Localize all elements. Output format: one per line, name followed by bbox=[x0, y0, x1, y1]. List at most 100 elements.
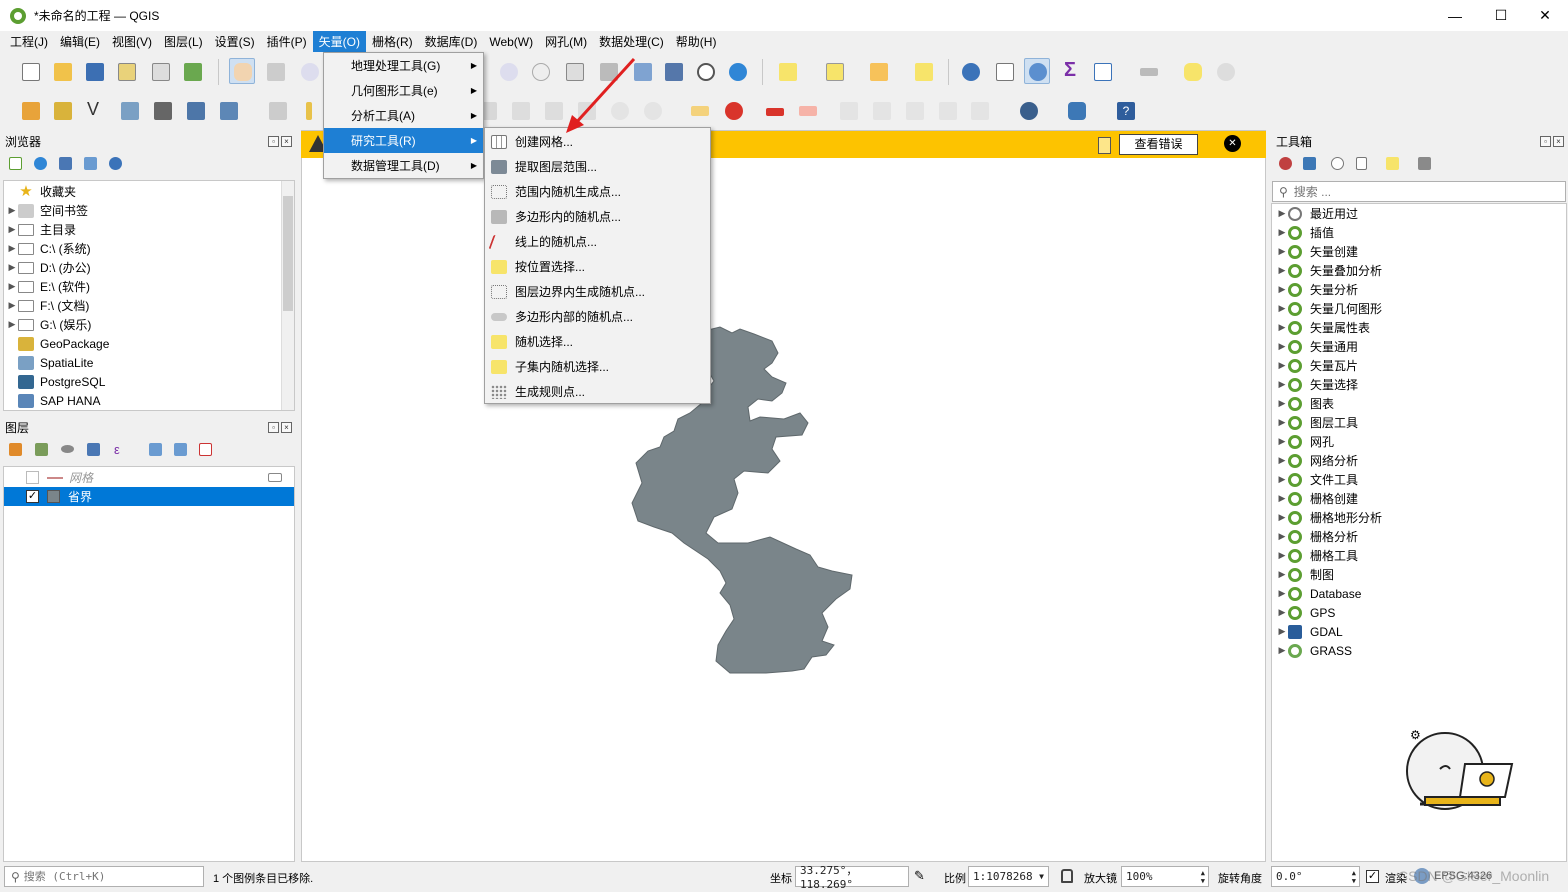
menu-settings[interactable]: 设置(S) bbox=[209, 31, 261, 52]
toolbox-item[interactable]: ▶ 栅格地形分析 bbox=[1276, 508, 1382, 527]
select-by-value-icon[interactable] bbox=[822, 59, 848, 85]
toolbox-item[interactable]: ▶ 栅格创建 bbox=[1276, 489, 1382, 508]
browser-item-geopackage[interactable]: GeoPackage bbox=[6, 334, 281, 353]
menu-layer[interactable]: 图层(L) bbox=[158, 31, 209, 52]
expand-arrow-icon[interactable]: ▶ bbox=[6, 281, 18, 292]
map-tips-icon[interactable] bbox=[1180, 59, 1206, 85]
expand-arrow-icon[interactable]: ▶ bbox=[6, 243, 18, 254]
float-panel-icon[interactable]: ▫ bbox=[268, 135, 279, 147]
spin-arrows-icon[interactable]: ▲ ▼ bbox=[1201, 869, 1205, 885]
models-icon[interactable] bbox=[1276, 154, 1296, 174]
menu-raster[interactable]: 栅格(R) bbox=[366, 31, 419, 52]
toolbox-item[interactable]: ▶ 矢量通用 bbox=[1276, 337, 1382, 356]
toolbox-item[interactable]: ▶ 矢量叠加分析 bbox=[1276, 261, 1382, 280]
pan-map-icon[interactable] bbox=[229, 58, 255, 84]
menu-help[interactable]: 帮助(H) bbox=[670, 31, 723, 52]
toolbox-item[interactable]: ▶ 网孔 bbox=[1276, 432, 1382, 451]
menu-web[interactable]: Web(W) bbox=[483, 33, 539, 51]
add-spatialite-icon[interactable] bbox=[117, 98, 143, 124]
expand-arrow-icon[interactable]: ▶ bbox=[6, 224, 18, 235]
close-message-icon[interactable]: ✕ bbox=[1224, 135, 1241, 152]
manage-visibility-icon[interactable] bbox=[58, 440, 78, 460]
toolbox-item[interactable]: ▶ 栅格工具 bbox=[1276, 546, 1382, 565]
expand-arrow-icon[interactable]: ▶ bbox=[1276, 208, 1288, 219]
minimize-button[interactable]: — bbox=[1432, 0, 1478, 31]
locator-search-field[interactable]: ⚲ bbox=[4, 866, 204, 887]
menu-project[interactable]: 工程(J) bbox=[4, 31, 54, 52]
maximize-button[interactable]: ☐ bbox=[1478, 0, 1524, 31]
menu-item-random-points-inside-polygons[interactable]: 多边形内部的随机点... bbox=[485, 304, 710, 329]
layer-styling-icon[interactable] bbox=[6, 440, 26, 460]
lock-scale-icon[interactable] bbox=[1061, 869, 1073, 883]
browser-item-postgresql[interactable]: PostgreSQL bbox=[6, 372, 281, 391]
expand-arrow-icon[interactable]: ▶ bbox=[1276, 417, 1288, 428]
menu-item-geometry-tools[interactable]: 几何图形工具(e) ▶ bbox=[324, 78, 483, 103]
expand-arrow-icon[interactable]: ▶ bbox=[1276, 360, 1288, 371]
field-calculator-icon[interactable] bbox=[1090, 59, 1116, 85]
save-project-icon[interactable] bbox=[82, 59, 108, 85]
toolbox-item[interactable]: ▶ GPS bbox=[1276, 603, 1382, 622]
deselect-icon[interactable] bbox=[866, 59, 892, 85]
layer-checkbox[interactable] bbox=[26, 471, 39, 484]
browser-item-bookmarks[interactable]: ▶ 空间书签 bbox=[6, 201, 281, 220]
browser-item-spatialite[interactable]: SpatiaLite bbox=[6, 353, 281, 372]
close-panel-icon[interactable]: × bbox=[1553, 135, 1564, 147]
menu-item-random-selection[interactable]: 随机选择... bbox=[485, 329, 710, 354]
results-viewer-icon[interactable] bbox=[1352, 154, 1372, 174]
browser-scrollbar[interactable] bbox=[281, 181, 294, 410]
browser-item-sap-hana[interactable]: SAP HANA bbox=[6, 391, 281, 410]
float-panel-icon[interactable]: ▫ bbox=[1540, 135, 1551, 147]
menu-item-geoprocessing[interactable]: 地理处理工具(G) ▶ bbox=[324, 53, 483, 78]
toolbox-item[interactable]: ▶ 矢量属性表 bbox=[1276, 318, 1382, 337]
label-toolbar-icon[interactable] bbox=[687, 98, 713, 124]
move-label-icon[interactable] bbox=[836, 98, 862, 124]
expand-arrow-icon[interactable]: ▶ bbox=[1276, 246, 1288, 257]
python-console-icon[interactable] bbox=[1064, 98, 1090, 124]
menu-item-random-points-on-lines[interactable]: 线上的随机点... bbox=[485, 229, 710, 254]
toolbox-item[interactable]: ▶ 最近用过 bbox=[1276, 204, 1382, 223]
browser-item-drive-f[interactable]: ▶ F:\ (文档) bbox=[6, 296, 281, 315]
expand-arrow-icon[interactable]: ▶ bbox=[1276, 588, 1288, 599]
close-panel-icon[interactable]: × bbox=[281, 421, 292, 433]
attribute-table-icon[interactable] bbox=[992, 59, 1018, 85]
filter-expression-icon[interactable]: ε bbox=[110, 440, 140, 460]
dropdown-arrow-icon[interactable]: ▼ bbox=[1039, 872, 1044, 881]
refresh-icon[interactable] bbox=[725, 59, 751, 85]
expand-arrow-icon[interactable]: ▶ bbox=[1276, 550, 1288, 561]
statistics-icon[interactable]: Σ bbox=[1058, 59, 1084, 85]
menu-plugins[interactable]: 插件(P) bbox=[261, 31, 313, 52]
processing-toolbox-icon[interactable] bbox=[1024, 58, 1050, 84]
filter-browser-icon[interactable] bbox=[56, 154, 76, 174]
open-project-icon[interactable] bbox=[50, 59, 76, 85]
menu-item-select-by-location[interactable]: 按位置选择... bbox=[485, 254, 710, 279]
diagram-options-icon[interactable] bbox=[721, 98, 747, 124]
toolbox-item[interactable]: ▶ 矢量创建 bbox=[1276, 242, 1382, 261]
expand-arrow-icon[interactable]: ▶ bbox=[6, 319, 18, 330]
toolbox-item[interactable]: ▶ 图层工具 bbox=[1276, 413, 1382, 432]
expand-arrow-icon[interactable]: ▶ bbox=[1276, 398, 1288, 409]
history-icon[interactable] bbox=[1328, 154, 1348, 174]
locator-search-input[interactable] bbox=[23, 870, 194, 883]
menu-vector[interactable]: 矢量(O) bbox=[312, 31, 366, 52]
menu-edit[interactable]: 编辑(E) bbox=[54, 31, 106, 52]
remove-layer-icon[interactable] bbox=[196, 440, 216, 460]
close-button[interactable]: ✕ bbox=[1522, 0, 1568, 31]
toggle-editing-icon[interactable] bbox=[265, 98, 291, 124]
processing-options-icon[interactable] bbox=[1415, 154, 1435, 174]
expand-arrow-icon[interactable]: ▶ bbox=[1276, 436, 1288, 447]
menu-item-analysis-tools[interactable]: 分析工具(A) ▶ bbox=[324, 103, 483, 128]
expand-arrow-icon[interactable]: ▶ bbox=[6, 300, 18, 311]
expand-arrow-icon[interactable]: ▶ bbox=[1276, 531, 1288, 542]
expand-arrow-icon[interactable]: ▶ bbox=[1276, 626, 1288, 637]
menu-item-random-selection-subsets[interactable]: 子集内随机选择... bbox=[485, 354, 710, 379]
edit-features-inplace-icon[interactable] bbox=[1383, 154, 1403, 174]
toolbox-search-input[interactable] bbox=[1293, 184, 1544, 199]
identify-icon[interactable] bbox=[958, 59, 984, 85]
browser-item-drive-e[interactable]: ▶ E:\ (软件) bbox=[6, 277, 281, 296]
expand-arrow-icon[interactable]: ▶ bbox=[1276, 455, 1288, 466]
toolbox-item[interactable]: ▶ 矢量选择 bbox=[1276, 375, 1382, 394]
pan-to-selection-icon[interactable] bbox=[263, 59, 289, 85]
layer-checkbox-checked[interactable]: ✓ bbox=[26, 490, 39, 503]
toolbox-item[interactable]: ▶ 插值 bbox=[1276, 223, 1382, 242]
new-project-icon[interactable] bbox=[18, 59, 44, 85]
